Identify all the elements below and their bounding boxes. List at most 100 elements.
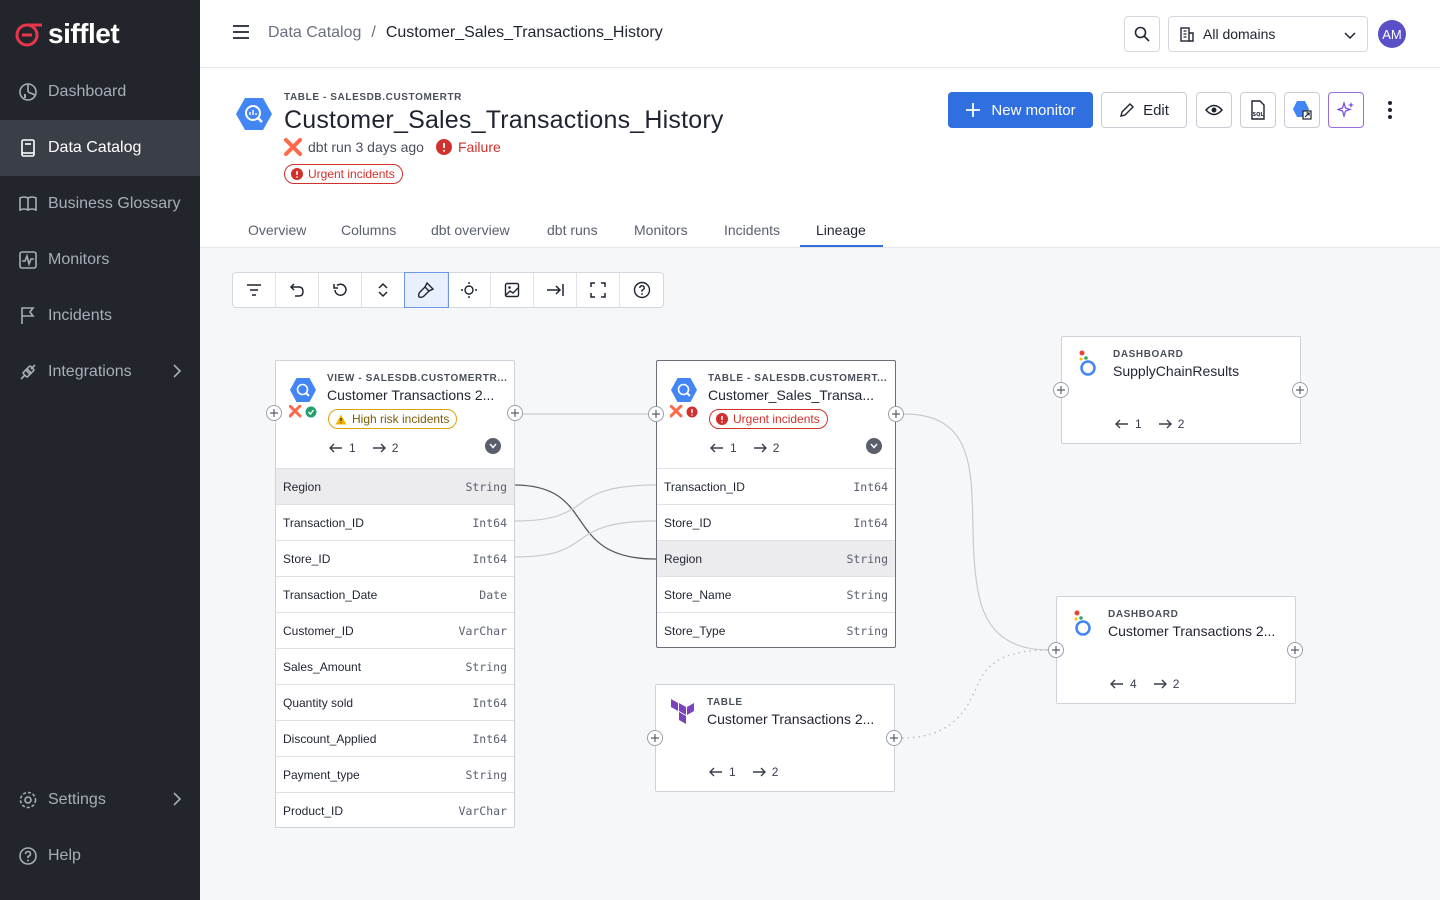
help-tool[interactable]	[620, 273, 663, 307]
downstream-count[interactable]: 2	[1153, 677, 1179, 691]
menu-icon[interactable]	[232, 24, 250, 40]
tab-monitors[interactable]: Monitors	[634, 222, 688, 238]
downstream-count[interactable]: 2	[752, 765, 778, 779]
reset-tool[interactable]	[319, 273, 362, 307]
plus-icon	[966, 103, 981, 117]
upstream-count[interactable]: 1	[329, 441, 356, 455]
gear-icon	[18, 790, 38, 810]
sidebar-item-integrations[interactable]: Integrations	[0, 344, 200, 400]
urgent-incidents-badge[interactable]: Urgent incidents	[709, 409, 828, 429]
domain-select[interactable]: All domains	[1168, 16, 1368, 52]
tab-dbt-runs[interactable]: dbt runs	[547, 222, 598, 238]
tab-overview[interactable]: Overview	[248, 222, 306, 238]
sidebar-item-incidents[interactable]: Incidents	[0, 288, 200, 344]
sidebar-item-dashboard[interactable]: Dashboard	[0, 64, 200, 120]
node-counts: 4 2	[1110, 677, 1179, 691]
bigquery-icon	[290, 378, 316, 402]
node-counts: 1 2	[710, 441, 779, 455]
column-row[interactable]: Customer_ID VarChar	[276, 612, 514, 648]
column-row[interactable]: Store_ID Int64	[657, 504, 895, 540]
brush-tool[interactable]	[404, 272, 449, 308]
collapse-columns-button[interactable]	[485, 438, 501, 454]
open-in-bigquery-button[interactable]	[1284, 92, 1320, 128]
undo-tool[interactable]	[276, 273, 319, 307]
export-tool[interactable]	[534, 273, 577, 307]
column-row[interactable]: Store_ID Int64	[276, 540, 514, 576]
column-list: Region String Transaction_ID Int64 Store_I…	[276, 468, 514, 828]
sidebar-item-data-catalog[interactable]: Data Catalog	[0, 120, 200, 176]
expand-upstream-button[interactable]	[1048, 642, 1064, 658]
plus-icon	[511, 409, 519, 417]
tab-dbt-overview[interactable]: dbt overview	[431, 222, 510, 238]
lineage-node-table[interactable]: TABLE - SALESDB.CUSTOMERT... Customer_Sa…	[656, 360, 896, 648]
expand-downstream-button[interactable]	[886, 730, 902, 746]
lineage-node-dashboard-supply-chain[interactable]: DASHBOARD SupplyChainResults 1 2	[1061, 336, 1301, 444]
downstream-count[interactable]: 2	[753, 441, 779, 455]
column-row[interactable]: Product_ID VarChar	[276, 792, 514, 828]
sidebar-item-business-glossary[interactable]: Business Glossary	[0, 176, 200, 232]
lineage-node-terraform-table[interactable]: TABLE Customer Transactions 2... 1 2	[655, 684, 895, 792]
plus-icon	[651, 734, 659, 742]
sql-button[interactable]: SQL	[1240, 92, 1276, 128]
expand-upstream-button[interactable]	[648, 406, 664, 422]
new-monitor-button[interactable]: New monitor	[948, 92, 1093, 128]
urgent-incidents-badge[interactable]: Urgent incidents	[284, 164, 403, 184]
column-row[interactable]: Transaction_ID Int64	[276, 504, 514, 540]
column-row[interactable]: Quantity sold Int64	[276, 684, 514, 720]
downstream-count[interactable]: 2	[372, 441, 398, 455]
upstream-count[interactable]: 4	[1110, 677, 1137, 691]
column-row[interactable]: Transaction_ID Int64	[657, 468, 895, 504]
upstream-count[interactable]: 1	[1115, 417, 1142, 431]
column-row[interactable]: Discount_Applied Int64	[276, 720, 514, 756]
sidebar: sifflet Dashboard Data Catalog Business …	[0, 0, 200, 900]
expand-upstream-button[interactable]	[266, 405, 282, 421]
sidebar-item-settings[interactable]: Settings	[0, 772, 200, 828]
lineage-node-view[interactable]: VIEW - SALESDB.CUSTOMERTR... Customer Tr…	[275, 360, 515, 828]
avatar[interactable]: AM	[1378, 20, 1406, 48]
tab-lineage[interactable]: Lineage	[816, 222, 866, 238]
sidebar-item-help[interactable]: Help	[0, 828, 200, 884]
watch-button[interactable]	[1196, 92, 1232, 128]
column-row[interactable]: Transaction_Date Date	[276, 576, 514, 612]
terraform-icon	[671, 699, 694, 724]
search-button[interactable]	[1124, 16, 1160, 52]
external-bigquery-icon	[1293, 101, 1312, 120]
sidebar-item-monitors[interactable]: Monitors	[0, 232, 200, 288]
tab-incidents[interactable]: Incidents	[724, 222, 780, 238]
column-row[interactable]: Payment_type String	[276, 756, 514, 792]
expand-downstream-button[interactable]	[507, 405, 523, 421]
lineage-node-dashboard-customer-transactions[interactable]: DASHBOARD Customer Transactions 2... 4 2	[1056, 596, 1296, 704]
upstream-count[interactable]: 1	[710, 441, 737, 455]
ai-assistant-button[interactable]	[1328, 92, 1364, 128]
tab-columns[interactable]: Columns	[341, 222, 396, 238]
collapse-columns-button[interactable]	[866, 438, 882, 454]
filter-tool[interactable]	[233, 273, 276, 307]
image-export-tool[interactable]	[491, 273, 534, 307]
focus-icon	[461, 282, 477, 298]
expand-downstream-button[interactable]	[888, 406, 904, 422]
column-row[interactable]: Sales_Amount String	[276, 648, 514, 684]
column-row[interactable]: Region String	[276, 468, 514, 504]
column-row[interactable]: Store_Type String	[657, 612, 895, 648]
edit-button[interactable]: Edit	[1101, 92, 1187, 128]
expand-upstream-button[interactable]	[647, 730, 663, 746]
expand-downstream-button[interactable]	[1287, 642, 1303, 658]
expand-upstream-button[interactable]	[1053, 382, 1069, 398]
fullscreen-tool[interactable]	[577, 273, 620, 307]
column-row[interactable]: Region String	[657, 540, 895, 576]
column-row[interactable]: Store_Name String	[657, 576, 895, 612]
expand-tool[interactable]	[362, 273, 405, 307]
more-options-icon[interactable]	[1380, 98, 1400, 122]
svg-text:SQL: SQL	[1252, 112, 1264, 118]
sidebar-item-label: Integrations	[48, 363, 132, 380]
edit-label: Edit	[1143, 101, 1169, 119]
expand-downstream-button[interactable]	[1292, 382, 1308, 398]
sifflet-logo[interactable]: sifflet	[14, 18, 120, 50]
focus-tool[interactable]	[448, 273, 491, 307]
downstream-count[interactable]: 2	[1158, 417, 1184, 431]
breadcrumb-root[interactable]: Data Catalog	[268, 24, 361, 42]
arrow-left-icon	[709, 767, 722, 777]
high-risk-badge[interactable]: High risk incidents	[328, 409, 458, 429]
pencil-icon	[1120, 103, 1135, 117]
upstream-count[interactable]: 1	[709, 765, 736, 779]
